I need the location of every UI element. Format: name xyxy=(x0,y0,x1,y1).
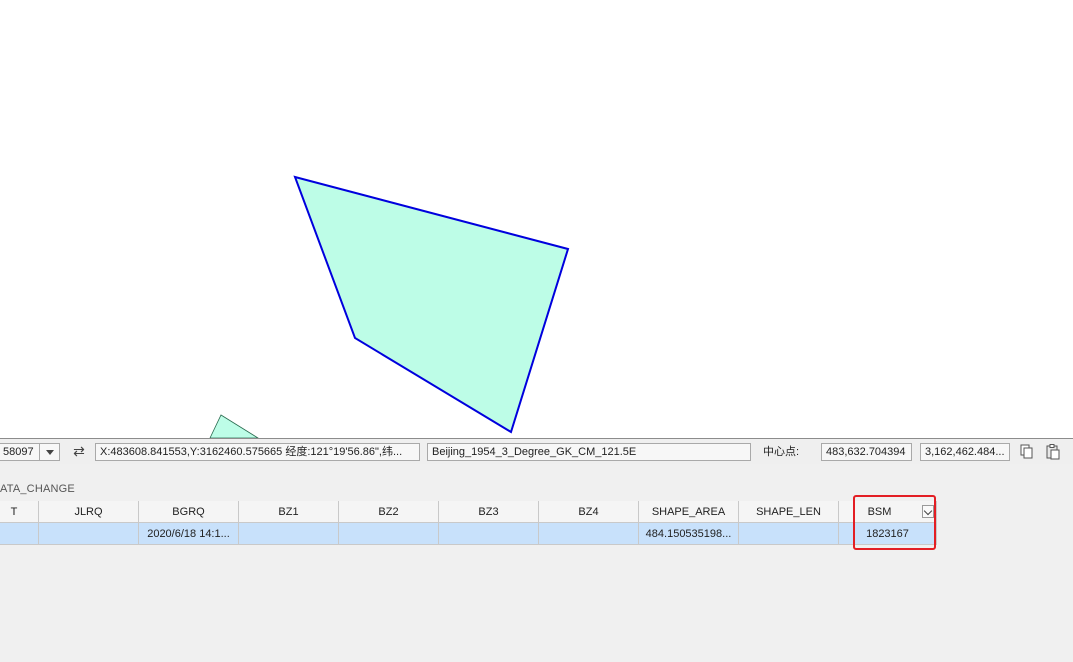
column-header-bgrq[interactable]: BGRQ xyxy=(139,501,239,523)
center-x-field[interactable]: 483,632.704394 xyxy=(821,443,912,461)
column-header-shape-area[interactable]: SHAPE_AREA xyxy=(639,501,739,523)
table-cell[interactable] xyxy=(339,523,439,545)
table-cell-bsm[interactable]: 1823167 xyxy=(839,523,937,545)
center-x-value: 483,632.704394 xyxy=(826,446,906,458)
table-cell[interactable]: 2020/6/18 14:1... xyxy=(139,523,239,545)
paste-icon[interactable] xyxy=(1046,444,1060,460)
center-y-value: 3,162,462.484... xyxy=(925,446,1005,458)
swap-arrows-icon[interactable]: ⇄ xyxy=(70,442,88,460)
column-header-jlrq[interactable]: JLRQ xyxy=(39,501,139,523)
map-drawing xyxy=(209,175,570,438)
table-cell[interactable] xyxy=(239,523,339,545)
copy-icon[interactable] xyxy=(1020,444,1034,460)
scale-value: 58097 xyxy=(3,446,34,458)
scale-dropdown-button[interactable] xyxy=(39,443,60,461)
coordinate-system-field[interactable]: Beijing_1954_3_Degree_GK_CM_121.5E xyxy=(427,443,751,461)
table-cell[interactable] xyxy=(439,523,539,545)
coordinate-system-text: Beijing_1954_3_Degree_GK_CM_121.5E xyxy=(432,446,637,458)
coordinate-text: X:483608.841553,Y:3162460.575665 经度:121°… xyxy=(100,446,403,458)
neighbor-parcel-polygon[interactable] xyxy=(209,414,259,438)
map-canvas[interactable] xyxy=(0,0,1073,438)
table-cell[interactable] xyxy=(39,523,139,545)
coordinate-readout: X:483608.841553,Y:3162460.575665 经度:121°… xyxy=(95,443,420,461)
column-header-t[interactable]: T xyxy=(0,501,39,523)
scale-input[interactable]: 58097 xyxy=(0,443,40,461)
table-cell[interactable] xyxy=(739,523,839,545)
status-bar: 58097 ⇄ X:483608.841553,Y:3162460.575665… xyxy=(0,438,1073,464)
center-point-label: 中心点: xyxy=(763,446,800,458)
column-header-shape-len[interactable]: SHAPE_LEN xyxy=(739,501,839,523)
column-menu-chevron-icon[interactable] xyxy=(922,505,934,518)
table-cell[interactable]: 484.150535198... xyxy=(639,523,739,545)
column-header-bz1[interactable]: BZ1 xyxy=(239,501,339,523)
table-tab-title[interactable]: ATA_CHANGE xyxy=(0,483,75,495)
column-header-bz2[interactable]: BZ2 xyxy=(339,501,439,523)
table-cell[interactable] xyxy=(539,523,639,545)
table-cell[interactable] xyxy=(0,523,39,545)
column-header-bz3[interactable]: BZ3 xyxy=(439,501,539,523)
selected-parcel-polygon[interactable] xyxy=(293,175,570,434)
attribute-table-panel: ATA_CHANGE T JLRQ BGRQ BZ1 BZ2 BZ3 BZ4 S… xyxy=(0,464,1073,662)
column-header-bz4[interactable]: BZ4 xyxy=(539,501,639,523)
column-header-bsm[interactable]: BSM xyxy=(839,501,937,523)
center-y-field[interactable]: 3,162,462.484... xyxy=(920,443,1010,461)
